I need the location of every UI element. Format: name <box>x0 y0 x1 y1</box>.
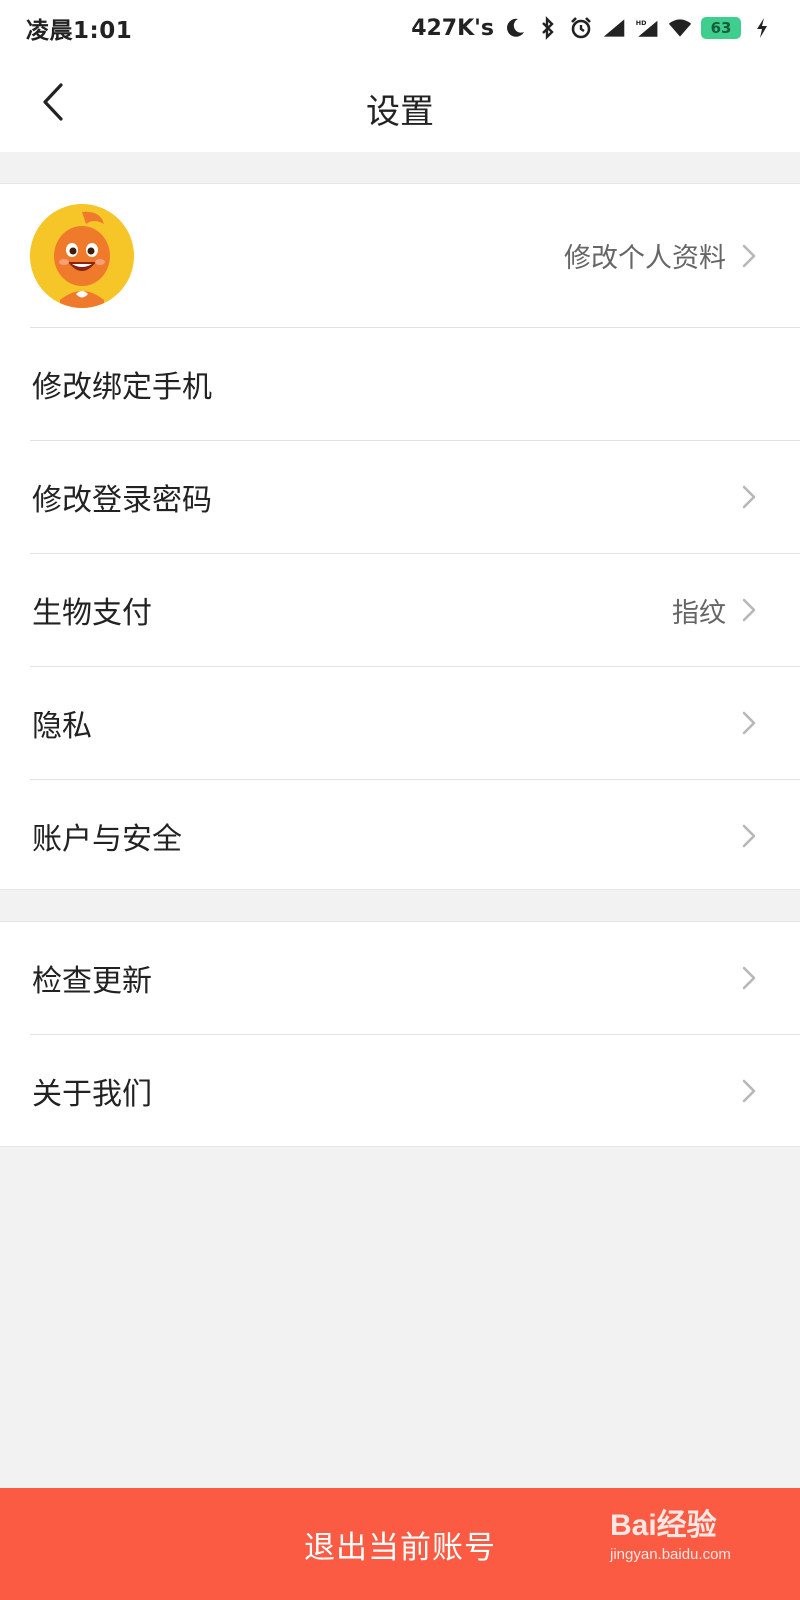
settings-row-check-update[interactable]: 检查更新 <box>0 922 800 1034</box>
row-label: 检查更新 <box>32 964 152 999</box>
status-time: 凌晨1:01 <box>26 18 133 44</box>
svg-text:HD: HD <box>636 19 647 27</box>
status-icons: 427K's HD 63 <box>411 16 774 41</box>
chevron-right-icon <box>740 596 758 624</box>
chevron-right-icon <box>740 483 758 511</box>
page-title: 设置 <box>366 92 434 132</box>
settings-row-about-us[interactable]: 关于我们 <box>0 1035 800 1147</box>
baidu-jingyan-watermark: Bai经验 jingyan.baidu.com <box>610 1500 770 1590</box>
settings-row-privacy[interactable]: 隐私 <box>0 667 800 779</box>
profile-edit: 修改个人资料 <box>564 236 758 275</box>
chevron-right-icon <box>740 709 758 737</box>
row-label: 账户与安全 <box>32 821 182 857</box>
signal-icon <box>602 16 626 40</box>
chevron-right-icon <box>740 822 758 850</box>
moon-icon <box>503 16 527 40</box>
row-right <box>740 709 758 737</box>
row-right: 指纹 <box>672 591 758 630</box>
hd-signal-icon: HD <box>635 16 659 40</box>
bluetooth-icon <box>536 16 560 40</box>
chevron-right-icon <box>740 1077 758 1105</box>
net-speed: 427K's <box>411 15 494 41</box>
row-right <box>740 964 758 992</box>
row-label: 隐私 <box>32 709 92 744</box>
row-value: 指纹 <box>672 597 726 629</box>
battery-icon: 63 <box>701 17 741 39</box>
row-label: 修改绑定手机 <box>32 370 212 405</box>
wifi-icon <box>668 16 692 40</box>
nav-bar: 设置 <box>0 56 800 152</box>
row-label: 关于我们 <box>32 1077 152 1112</box>
watermark-logo: Bai经验 <box>610 1509 717 1542</box>
settings-row-bind-phone[interactable]: 修改绑定手机 <box>0 328 800 440</box>
settings-group-app: 检查更新 关于我们 <box>0 921 800 1147</box>
charging-icon <box>750 16 774 40</box>
row-right <box>740 1077 758 1105</box>
logout-label: 退出当前账号 <box>304 1529 496 1566</box>
settings-row-biometric-pay[interactable]: 生物支付 指纹 <box>0 554 800 666</box>
edit-profile-label: 修改个人资料 <box>564 243 726 274</box>
status-bar: 凌晨1:01 427K's HD 63 <box>0 0 800 56</box>
settings-group-account: 修改个人资料 修改绑定手机 修改登录密码 生物支付 指纹 隐私 账户与安全 <box>0 183 800 890</box>
row-label: 生物支付 <box>32 596 152 631</box>
watermark-url: jingyan.baidu.com <box>610 1546 731 1563</box>
profile-row[interactable]: 修改个人资料 <box>0 184 800 327</box>
chevron-right-icon <box>740 242 758 270</box>
row-right <box>740 483 758 511</box>
row-label: 修改登录密码 <box>32 483 212 518</box>
settings-row-change-password[interactable]: 修改登录密码 <box>0 441 800 553</box>
settings-row-account-security[interactable]: 账户与安全 <box>0 780 800 891</box>
avatar <box>30 204 134 308</box>
chevron-right-icon <box>740 964 758 992</box>
alarm-icon <box>569 16 593 40</box>
row-right <box>740 822 758 850</box>
